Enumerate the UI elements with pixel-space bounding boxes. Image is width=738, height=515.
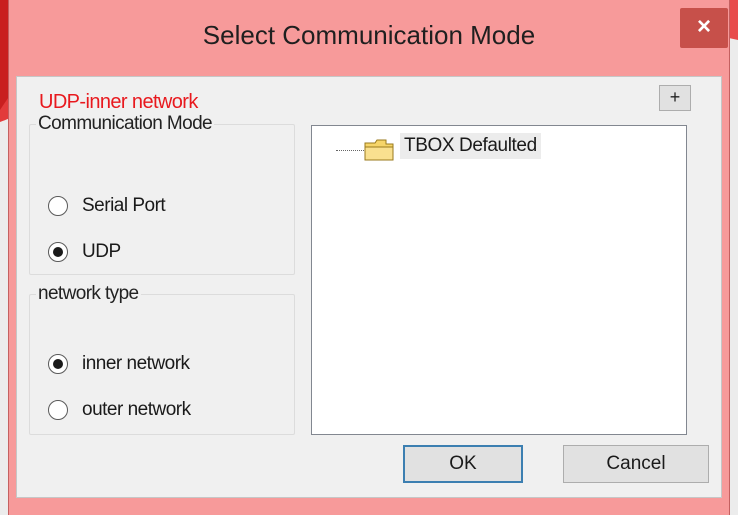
radio-udp[interactable]: UDP: [48, 237, 121, 267]
communication-mode-dialog: Select Communication Mode × UDP-inner ne…: [0, 0, 738, 515]
radio-label: inner network: [82, 353, 190, 374]
window-title: Select Communication Mode: [202, 20, 536, 50]
tree-item-tbox-defaulted[interactable]: TBOX Defaulted: [400, 133, 541, 159]
communication-mode-group: Communication Mode Serial Port UDP: [29, 113, 295, 275]
radio-label: outer network: [82, 399, 191, 420]
radio-button-icon[interactable]: [48, 354, 68, 374]
communication-mode-legend: Communication Mode: [38, 113, 213, 134]
radio-button-icon[interactable]: [48, 196, 68, 216]
radio-button-icon[interactable]: [48, 242, 68, 262]
network-type-legend: network type: [38, 283, 139, 304]
network-type-group: network type inner network outer network: [29, 283, 295, 435]
device-tree[interactable]: TBOX Defaulted: [311, 125, 687, 435]
radio-inner-network[interactable]: inner network: [48, 349, 190, 379]
connection-status-label: UDP-inner network: [39, 91, 198, 113]
radio-button-icon[interactable]: [48, 400, 68, 420]
close-button[interactable]: ×: [680, 8, 728, 48]
radio-outer-network[interactable]: outer network: [48, 395, 191, 425]
radio-label: UDP: [82, 241, 121, 262]
title-bar[interactable]: Select Communication Mode ×: [8, 0, 730, 75]
radio-serial-port[interactable]: Serial Port: [48, 191, 166, 221]
add-button[interactable]: +: [659, 85, 691, 111]
ok-button[interactable]: OK: [403, 445, 523, 483]
cancel-button[interactable]: Cancel: [563, 445, 709, 483]
radio-label: Serial Port: [82, 195, 166, 216]
folder-icon: [364, 139, 394, 161]
dialog-client-area: UDP-inner network + Communication Mode S…: [16, 76, 722, 498]
